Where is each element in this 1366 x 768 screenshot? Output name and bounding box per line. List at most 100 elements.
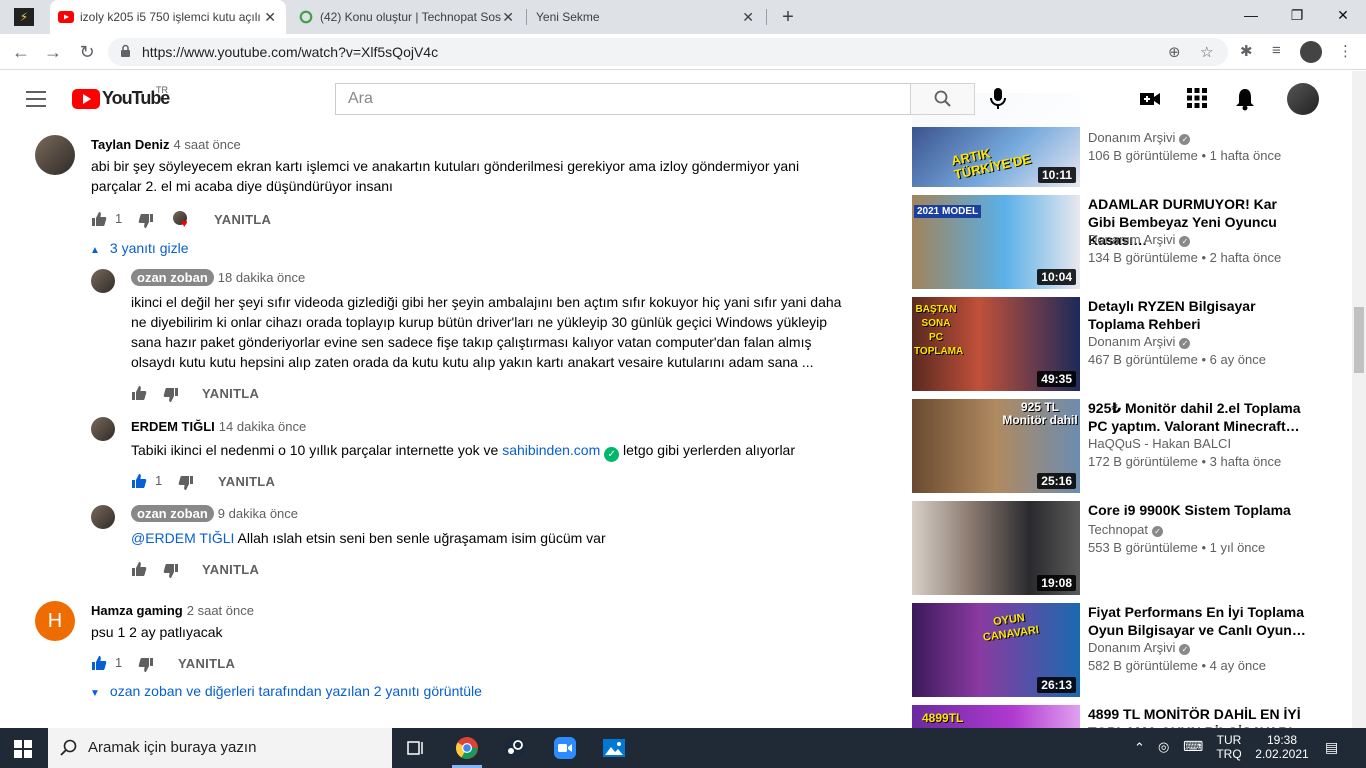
tab-close-icon[interactable]: ✕ (502, 0, 514, 34)
comment-author[interactable]: ERDEM TIĞLI (131, 419, 215, 434)
notifications-bell-icon[interactable] (1234, 87, 1256, 111)
avatar[interactable] (91, 417, 115, 441)
keyboard-icon[interactable]: ⌨ (1183, 738, 1203, 755)
url-text[interactable]: https://www.youtube.com/watch?v=Xlf5sQoj… (142, 38, 438, 66)
dislike-icon[interactable] (163, 387, 179, 403)
app-logo-icon[interactable]: ⚡ (14, 8, 34, 26)
meet-now-icon[interactable]: ◎ (1158, 739, 1169, 755)
comment-mention[interactable]: @ERDEM TIĞLI (131, 530, 234, 546)
comment-time[interactable]: 4 saat önce (174, 137, 241, 152)
comment-time[interactable]: 14 dakika önce (219, 419, 306, 434)
reply-button[interactable]: YANITLA (214, 212, 271, 227)
reply-button[interactable]: YANITLA (178, 656, 235, 671)
related-video[interactable]: BAŞTAN SONA PC TOPLAMA 49:35 Detaylı RYZ… (912, 297, 1332, 391)
add-icon[interactable]: ⊕ (1168, 43, 1181, 61)
tray-chevron-up-icon[interactable]: ⌃ (1134, 740, 1145, 756)
menu-dots-icon[interactable]: ⋮ (1338, 42, 1353, 60)
taskbar-search-box[interactable]: Aramak için buraya yazın (48, 728, 392, 768)
comment-author[interactable]: Hamza gaming (91, 603, 183, 618)
video-channel[interactable]: Donanım Arşivi ✓ (1088, 640, 1191, 655)
page-scrollbar[interactable] (1352, 71, 1366, 728)
video-thumbnail[interactable]: 925 TL Monitör dahil 25:16 (912, 399, 1080, 493)
video-thumbnail[interactable]: 19:08 (912, 501, 1080, 595)
related-video[interactable]: 2021 MODEL 10:04 ADAMLAR DURMUYOR! Kar G… (912, 195, 1332, 289)
view-replies-toggle[interactable]: ▼ ozan zoban ve diğerleri tarafından yazı… (90, 683, 482, 699)
apps-grid-icon[interactable] (1186, 87, 1208, 109)
comment-time[interactable]: 18 dakika önce (218, 270, 305, 285)
tab-new[interactable]: Yeni Sekme ✕ (528, 0, 764, 34)
microphone-icon[interactable] (988, 87, 1008, 111)
video-thumbnail[interactable]: OYUN CANAVARI 26:13 (912, 603, 1080, 697)
forward-button[interactable]: → (40, 39, 66, 65)
search-button[interactable] (910, 83, 975, 115)
video-title[interactable]: 4899 TL MONİTÖR DAHİL EN İYİ TOPLAMA OYU… (1088, 705, 1308, 728)
video-channel[interactable]: Technopat ✓ (1088, 522, 1163, 537)
video-channel[interactable]: HaQQuS - Hakan BALCI (1088, 436, 1231, 451)
scrollbar-thumb[interactable] (1354, 307, 1364, 373)
tab-close-icon[interactable]: ✕ (264, 0, 276, 34)
photos-icon[interactable] (602, 736, 626, 760)
back-button[interactable]: ← (8, 39, 34, 65)
close-window-button[interactable]: ✕ (1320, 0, 1366, 30)
like-icon-active[interactable] (91, 655, 107, 671)
related-video[interactable]: 19:08 Core i9 9900K Sistem Toplama Techn… (912, 501, 1332, 595)
notification-center-icon[interactable]: ▤ (1325, 739, 1338, 756)
video-thumbnail[interactable]: 2021 MODEL 10:04 (912, 195, 1080, 289)
comment-author[interactable]: ozan zoban (131, 269, 214, 286)
video-thumbnail[interactable]: 4899TL (912, 705, 1080, 728)
tab-technopat[interactable]: (42) Konu oluştur | Technopat Sos ✕ (290, 0, 524, 34)
maximize-button[interactable]: ❐ (1274, 0, 1320, 30)
taskbar-clock[interactable]: 19:38 2.02.2021 (1252, 733, 1312, 761)
media-queue-icon[interactable]: ≡ (1272, 42, 1281, 59)
video-title[interactable]: Detaylı RYZEN Bilgisayar Toplama Rehberi (1088, 297, 1308, 333)
new-tab-button[interactable]: + (776, 4, 800, 30)
avatar[interactable] (91, 269, 115, 293)
like-icon[interactable] (131, 561, 147, 577)
video-thumbnail[interactable]: BAŞTAN SONA PC TOPLAMA 49:35 (912, 297, 1080, 391)
windows-start-icon[interactable] (14, 740, 32, 758)
reply-button[interactable]: YANITLA (202, 562, 259, 577)
reply-button[interactable]: YANITLA (202, 386, 259, 401)
dislike-icon[interactable] (178, 475, 194, 491)
task-view-icon[interactable] (404, 736, 428, 760)
reply-button[interactable]: YANITLA (218, 474, 275, 489)
video-channel[interactable]: Donanım Arşivi ✓ (1088, 130, 1191, 145)
comment-link[interactable]: sahibinden.com (502, 442, 600, 458)
address-bar[interactable]: https://www.youtube.com/watch?v=Xlf5sQoj… (108, 38, 1228, 66)
search-input[interactable]: Ara (335, 83, 911, 115)
input-language[interactable]: TUR TRQ (1214, 733, 1244, 761)
dislike-icon[interactable] (138, 213, 154, 229)
tab-close-icon[interactable]: ✕ (742, 0, 754, 34)
dislike-icon[interactable] (163, 563, 179, 579)
zoom-icon[interactable] (553, 736, 577, 760)
like-icon-active[interactable] (131, 473, 147, 489)
comment-author[interactable]: Taylan Deniz (91, 137, 170, 152)
extensions-icon[interactable]: ✱ (1240, 42, 1253, 60)
hamburger-menu-icon[interactable] (26, 91, 46, 107)
video-channel[interactable]: Donanım Arşivi ✓ (1088, 334, 1191, 349)
steam-icon[interactable] (503, 736, 527, 760)
like-icon[interactable] (91, 211, 107, 227)
tab-youtube[interactable]: izoly k205 i5 750 işlemci kutu açılı ✕ (50, 0, 286, 34)
account-avatar[interactable] (1287, 83, 1319, 115)
related-video[interactable]: 4899TL 4899 TL MONİTÖR DAHİL EN İYİ TOPL… (912, 705, 1332, 728)
related-video[interactable]: 925 TL Monitör dahil 25:16 925₺ Monitör … (912, 399, 1332, 493)
video-title[interactable]: 925₺ Monitör dahil 2.el Toplama PC yaptı… (1088, 399, 1308, 435)
related-video[interactable]: OYUN CANAVARI 26:13 Fiyat Performans En … (912, 603, 1332, 697)
video-title[interactable]: Fiyat Performans En İyi Toplama Oyun Bil… (1088, 603, 1308, 639)
video-channel[interactable]: Donanım Arşivi ✓ (1088, 232, 1191, 247)
create-video-icon[interactable] (1138, 87, 1162, 111)
reload-button[interactable]: ↻ (74, 39, 100, 65)
like-icon[interactable] (131, 385, 147, 401)
dislike-icon[interactable] (138, 657, 154, 673)
hide-replies-toggle[interactable]: ▲ 3 yanıtı gizle (90, 240, 189, 256)
profile-avatar[interactable] (1300, 41, 1322, 63)
minimize-button[interactable]: — (1228, 0, 1274, 30)
video-title[interactable]: Core i9 9900K Sistem Toplama (1088, 501, 1308, 519)
avatar[interactable] (35, 135, 75, 175)
comment-time[interactable]: 9 dakika önce (218, 506, 298, 521)
avatar[interactable]: H (35, 601, 75, 641)
bookmark-star-icon[interactable]: ☆ (1200, 43, 1213, 61)
comment-author[interactable]: ozan zoban (131, 505, 214, 522)
comment-time[interactable]: 2 saat önce (187, 603, 254, 618)
